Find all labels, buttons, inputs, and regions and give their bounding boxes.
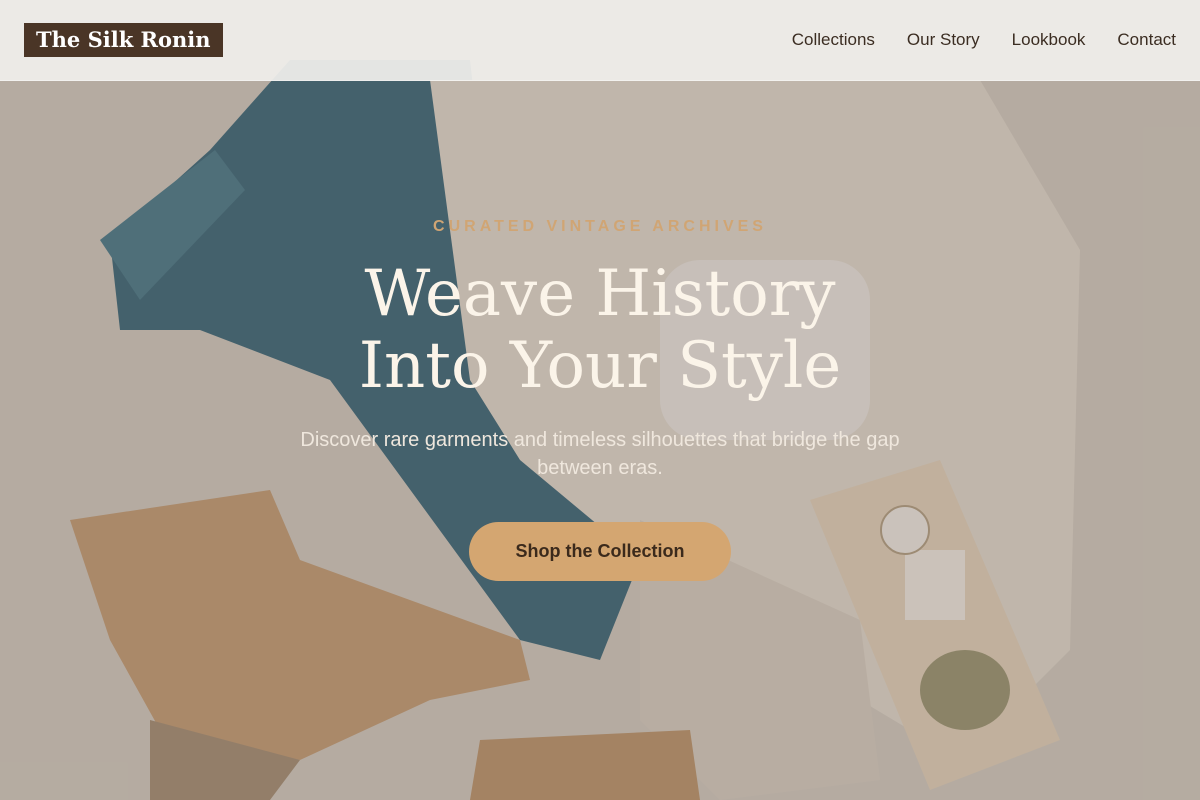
headline-line-2: Into Your Style <box>358 329 842 403</box>
nav-link-lookbook[interactable]: Lookbook <box>1012 30 1086 50</box>
brand-logo[interactable]: The Silk Ronin <box>24 23 223 57</box>
nav-link-collections[interactable]: Collections <box>792 30 875 50</box>
main-nav: Collections Our Story Lookbook Contact <box>760 0 1176 80</box>
nav-link-our-story[interactable]: Our Story <box>907 30 980 50</box>
site-header: The Silk Ronin Collections Our Story Loo… <box>0 0 1200 81</box>
hero-headline: Weave History Into Your Style <box>0 258 1200 402</box>
shop-collection-button[interactable]: Shop the Collection <box>469 522 731 581</box>
nav-link-contact[interactable]: Contact <box>1117 30 1176 50</box>
hero-subtitle: Discover rare garments and timeless silh… <box>300 429 900 479</box>
hero-eyebrow: CURATED VINTAGE ARCHIVES <box>433 218 767 235</box>
headline-line-1: Weave History <box>364 257 836 331</box>
